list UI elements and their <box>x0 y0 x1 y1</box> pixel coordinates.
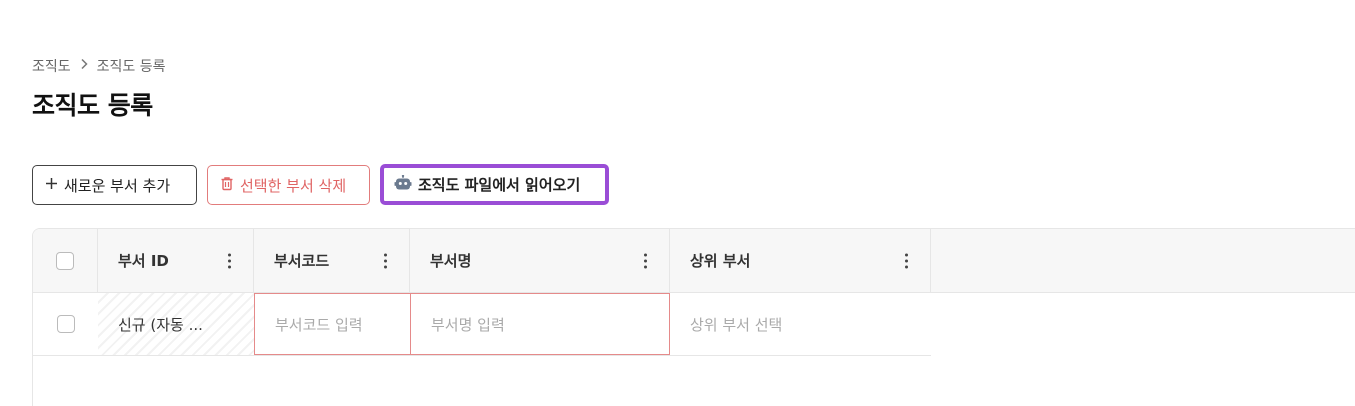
column-header-label: 상위 부서 <box>690 252 751 270</box>
department-grid: 부서 ID 부서코드 부서명 상위 부서 신규 (자동 ... 부서코드 입력 … <box>32 228 1355 406</box>
column-header-label: 부서 ID <box>118 252 169 270</box>
toolbar: 새로운 부서 추가 선택한 부서 삭제 조직도 파일에서 읽어오기 <box>32 164 609 205</box>
grid-header: 부서 ID 부서코드 부서명 상위 부서 <box>33 229 1355 293</box>
column-header-dept-code[interactable]: 부서코드 <box>254 229 410 292</box>
dept-id-cell: 신규 (자동 ... <box>98 293 254 355</box>
add-department-label: 새로운 부서 추가 <box>64 176 171 195</box>
breadcrumb-current: 조직도 등록 <box>96 59 166 75</box>
column-header-dept-id[interactable]: 부서 ID <box>98 229 254 292</box>
robot-icon <box>394 174 412 195</box>
parent-dept-select[interactable]: 상위 부서 선택 <box>670 293 931 355</box>
parent-dept-placeholder: 상위 부서 선택 <box>690 315 783 334</box>
column-menu-icon[interactable] <box>227 253 231 268</box>
column-menu-icon[interactable] <box>904 253 908 268</box>
row-select-cell <box>33 293 98 355</box>
column-menu-icon[interactable] <box>383 253 387 268</box>
breadcrumb-root[interactable]: 조직도 <box>32 56 71 76</box>
delete-selected-button[interactable]: 선택한 부서 삭제 <box>207 165 370 205</box>
select-all-checkbox[interactable] <box>56 251 74 270</box>
chevron-right-icon <box>79 58 89 74</box>
page-title: 조직도 등록 <box>32 91 153 120</box>
column-menu-icon[interactable] <box>643 253 647 268</box>
column-header-label: 부서명 <box>430 252 472 270</box>
column-header-label: 부서코드 <box>274 252 330 270</box>
column-header-parent-dept[interactable]: 상위 부서 <box>670 229 931 292</box>
dept-name-input[interactable]: 부서명 입력 <box>410 293 670 355</box>
dept-code-input[interactable]: 부서코드 입력 <box>254 293 411 355</box>
trash-icon <box>220 176 234 195</box>
column-header-dept-name[interactable]: 부서명 <box>410 229 670 292</box>
dept-code-placeholder: 부서코드 입력 <box>275 315 363 334</box>
select-all-cell <box>33 229 98 292</box>
import-orgchart-label: 조직도 파일에서 읽어오기 <box>418 176 581 194</box>
breadcrumb: 조직도 조직도 등록 <box>32 56 166 76</box>
add-department-button[interactable]: 새로운 부서 추가 <box>32 165 197 205</box>
import-orgchart-button[interactable]: 조직도 파일에서 읽어오기 <box>380 164 609 205</box>
page: 조직도 조직도 등록 조직도 등록 새로운 부서 추가 선택한 부서 삭제 조직… <box>0 0 1355 406</box>
plus-icon <box>45 176 58 194</box>
table-row: 신규 (자동 ... 부서코드 입력 부서명 입력 상위 부서 선택 <box>33 293 931 356</box>
dept-name-placeholder: 부서명 입력 <box>431 315 505 334</box>
dept-id-value: 신규 (자동 ... <box>118 315 203 334</box>
row-checkbox[interactable] <box>56 315 75 333</box>
delete-selected-label: 선택한 부서 삭제 <box>240 176 347 195</box>
